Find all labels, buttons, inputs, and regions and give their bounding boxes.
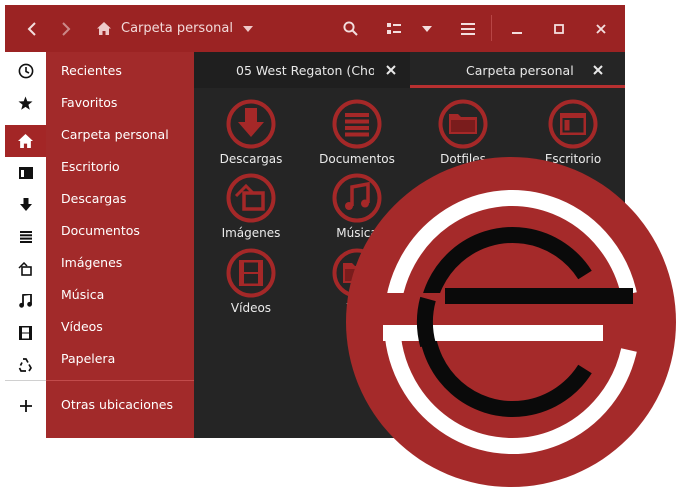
path-label: Carpeta personal (121, 21, 233, 36)
desktop-icon (18, 167, 33, 179)
folder-icon (438, 99, 488, 149)
tab-west-regaton[interactable]: 05 West Regaton (Cho... (194, 52, 410, 88)
sidebar-item-recent[interactable]: Recientes (61, 55, 122, 87)
maximize-icon (554, 23, 564, 34)
chevron-right-icon (62, 21, 71, 36)
close-icon[interactable] (384, 63, 398, 77)
search-icon (342, 21, 358, 36)
view-options-button[interactable] (379, 5, 409, 52)
minimize-button[interactable] (503, 5, 531, 52)
rail-documents[interactable] (5, 221, 46, 253)
header-separator (491, 15, 492, 41)
rail-videos[interactable] (5, 317, 46, 349)
sidebar-item-trash[interactable]: Papelera (61, 343, 115, 375)
chevron-left-icon (27, 21, 36, 36)
document-icon (19, 231, 32, 243)
rail-home[interactable] (5, 125, 46, 157)
sidebar: Recientes Favoritos Carpeta personal Esc… (46, 52, 194, 438)
file-label: Imágenes (221, 226, 281, 240)
download-icon (19, 198, 32, 211)
desktop-folder-icon (548, 99, 598, 149)
caret-down-icon (422, 25, 432, 32)
view-menu-button[interactable] (415, 5, 439, 52)
sidebar-item-videos[interactable]: Vídeos (61, 311, 103, 343)
file-item-pictures[interactable]: Imágenes (201, 173, 301, 240)
home-icon (97, 22, 111, 35)
file-item-desktop[interactable]: Escritorio (523, 99, 623, 166)
tab-bar: 05 West Regaton (Cho... Carpeta personal (194, 52, 625, 88)
sidebar-item-home[interactable]: Carpeta personal (61, 119, 169, 151)
rail-pictures[interactable] (5, 253, 46, 285)
sidebar-item-starred[interactable]: Favoritos (61, 87, 117, 119)
film-icon (19, 326, 32, 340)
sidebar-item-downloads[interactable]: Descargas (61, 183, 126, 215)
file-item-downloads[interactable]: Descargas (201, 99, 301, 166)
file-label: Descargas (219, 152, 283, 166)
rail-other-locations[interactable] (5, 390, 46, 422)
file-item-videos[interactable]: Vídeos (201, 248, 301, 315)
sidebar-item-music[interactable]: Música (61, 279, 104, 311)
file-item-dotfiles[interactable]: Dotfiles (413, 99, 513, 166)
file-item-documents[interactable]: Documentos (307, 99, 407, 166)
rail-starred[interactable] (5, 87, 46, 119)
documents-folder-icon (332, 99, 382, 149)
back-button[interactable] (17, 5, 47, 52)
hamburger-menu-icon (461, 22, 475, 35)
close-button[interactable] (587, 5, 615, 52)
sg-logo-icon (346, 157, 676, 487)
forward-button[interactable] (51, 5, 81, 52)
search-button[interactable] (335, 5, 365, 52)
rail-desktop[interactable] (5, 157, 46, 189)
image-icon (18, 262, 32, 276)
rail-downloads[interactable] (5, 189, 46, 221)
recycle-icon (18, 358, 32, 372)
main-menu-button[interactable] (453, 5, 483, 52)
sidebar-separator (46, 380, 194, 381)
download-folder-icon (226, 99, 276, 149)
file-label: Vídeos (230, 301, 272, 315)
path-bar[interactable]: Carpeta personal (97, 5, 253, 52)
home-icon (18, 134, 33, 148)
sidebar-icon-rail (5, 52, 46, 438)
rail-music[interactable] (5, 285, 46, 317)
music-icon (19, 294, 32, 308)
sidebar-item-pictures[interactable]: Imágenes (61, 247, 122, 279)
minimize-icon (512, 31, 522, 34)
videos-folder-icon (226, 248, 276, 298)
list-view-icon (387, 22, 401, 34)
sidebar-item-documents[interactable]: Documentos (61, 215, 140, 247)
sidebar-item-other-locations[interactable]: Otras ubicaciones (61, 389, 173, 421)
tab-home[interactable]: Carpeta personal (410, 52, 625, 88)
clock-icon (18, 63, 33, 79)
tab-label: 05 West Regaton (Cho... (236, 62, 374, 78)
rail-recent[interactable] (5, 55, 46, 87)
rail-trash[interactable] (5, 349, 46, 381)
sidebar-item-desktop[interactable]: Escritorio (61, 151, 120, 183)
star-icon (18, 96, 33, 110)
tab-label: Carpeta personal (466, 62, 574, 78)
maximize-button[interactable] (545, 5, 573, 52)
rail-separator (5, 380, 46, 381)
header-bar: Carpeta personal (5, 5, 625, 52)
plus-icon (19, 400, 32, 412)
close-icon (596, 23, 606, 34)
close-icon[interactable] (591, 63, 605, 77)
pictures-folder-icon (226, 173, 276, 223)
caret-down-icon (242, 25, 253, 32)
